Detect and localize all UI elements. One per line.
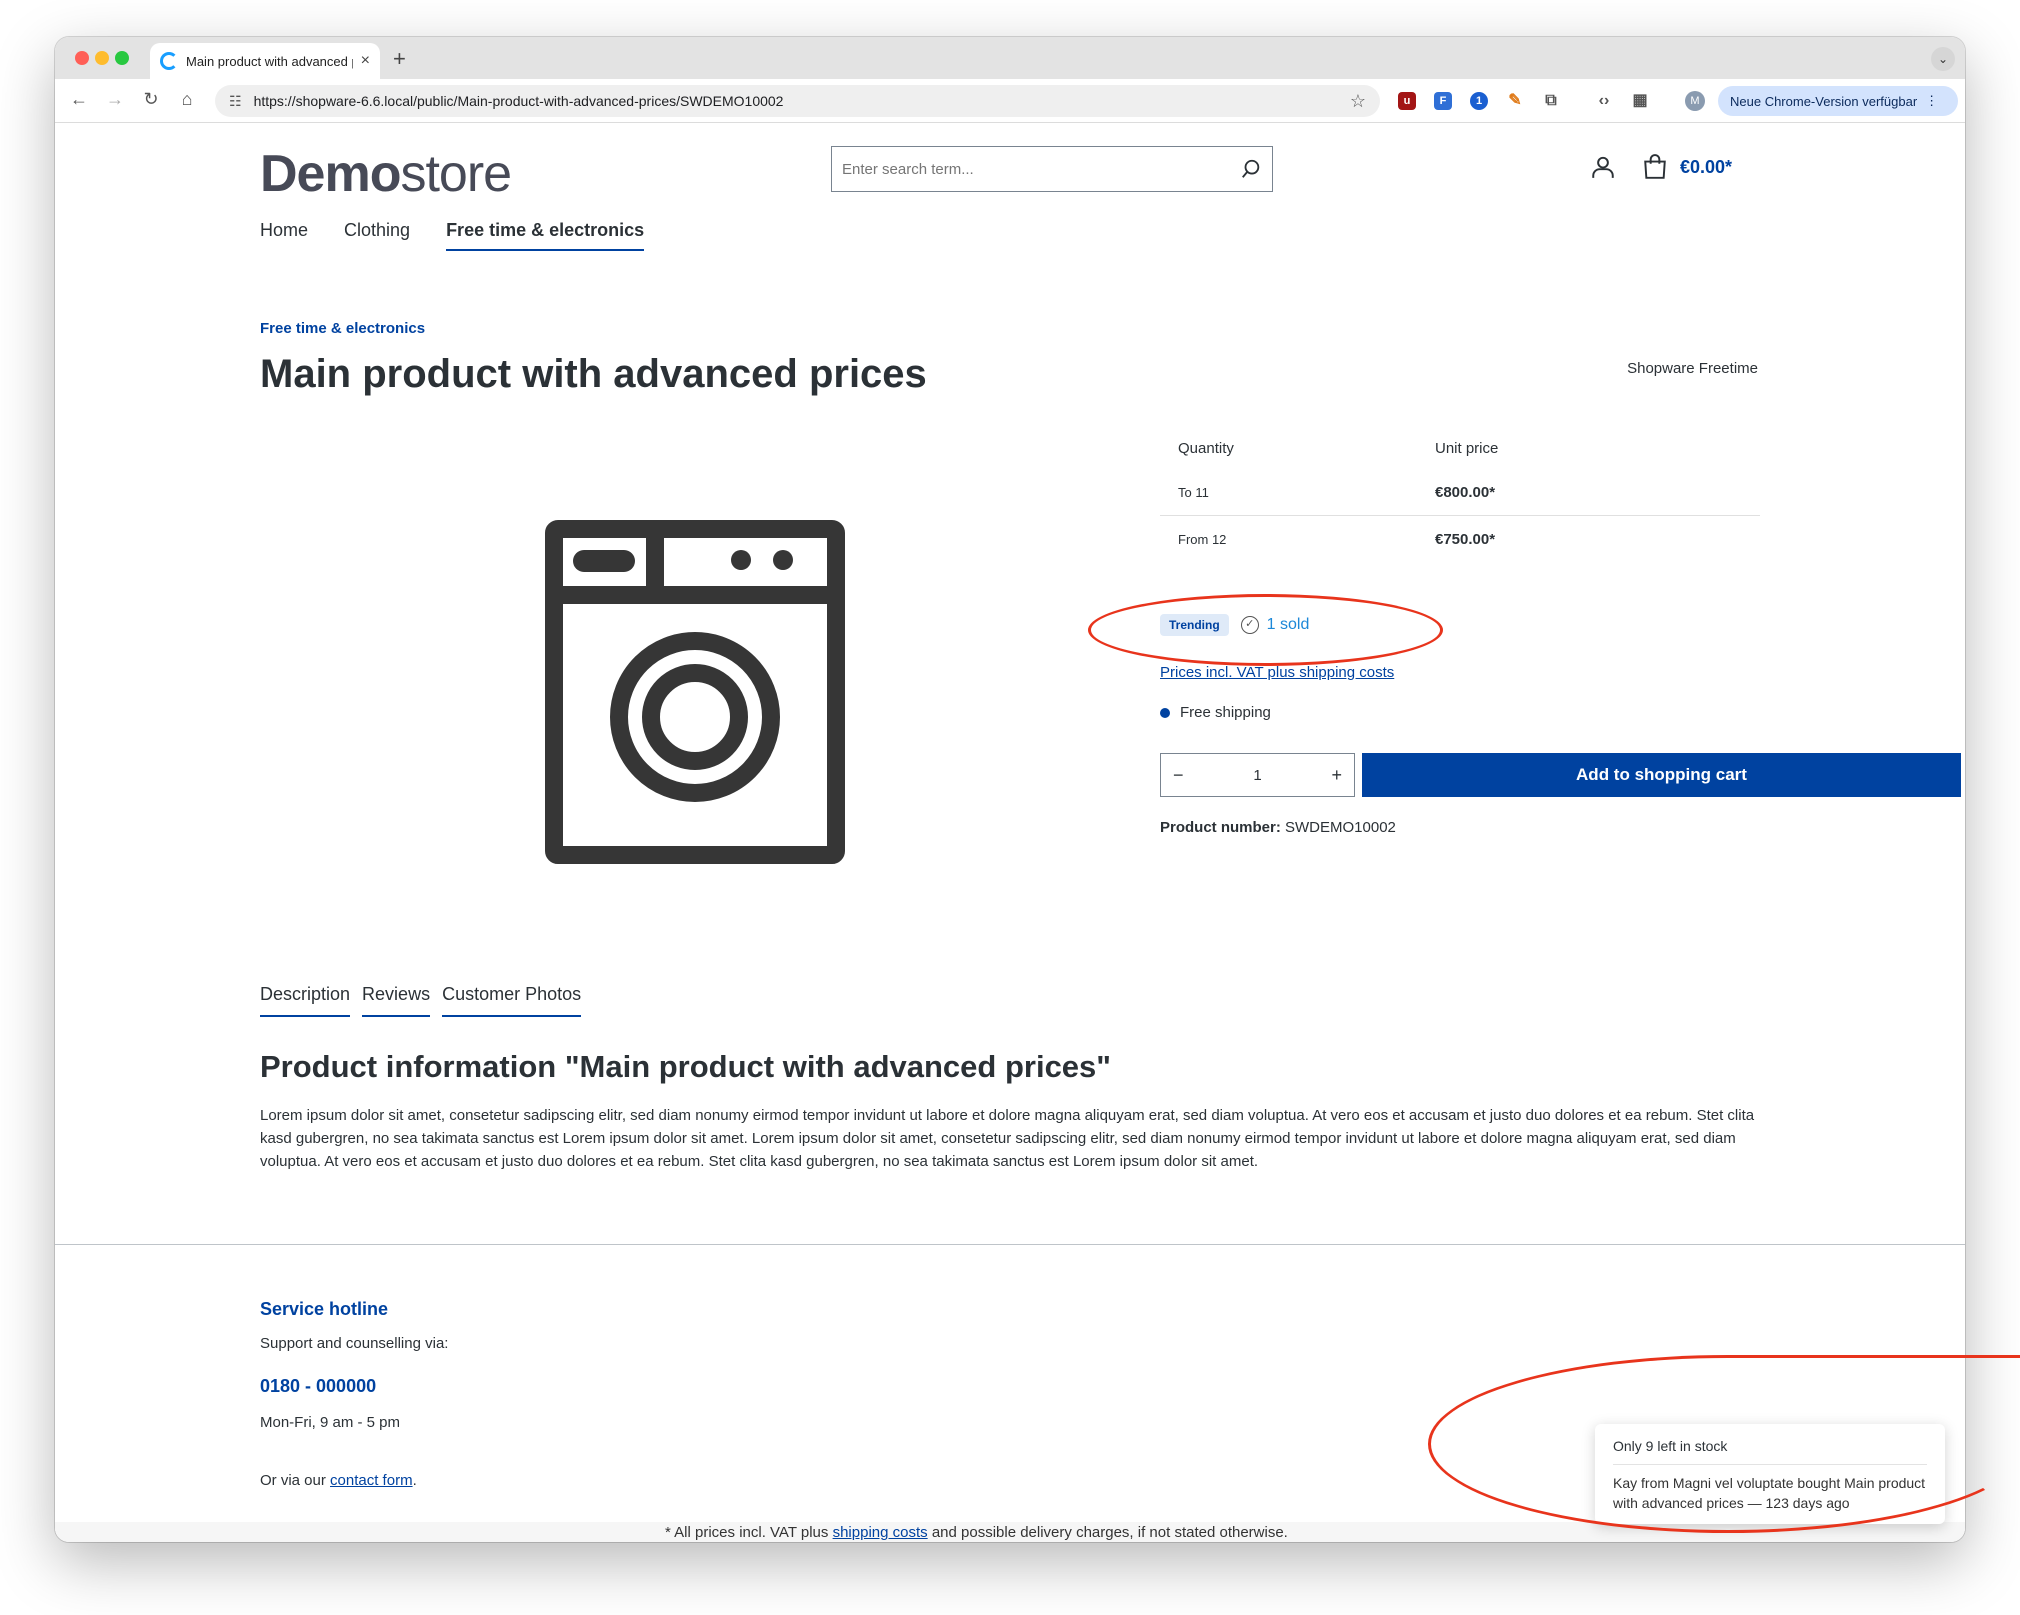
nav-item-free-time-electronics[interactable]: Free time & electronics bbox=[446, 220, 645, 251]
column-header-unit-price: Unit price bbox=[1435, 439, 1499, 457]
contact-text: Or via our contact form. bbox=[260, 1472, 417, 1489]
chrome-update-label: Neue Chrome-Version verfügbar bbox=[1730, 93, 1918, 109]
shopware-favicon-icon bbox=[160, 52, 178, 70]
table-row: From 12 €750.00* bbox=[1160, 516, 1760, 563]
footer-divider bbox=[55, 1244, 1965, 1245]
site-info-icon[interactable]: ☷ bbox=[229, 93, 242, 110]
tab-search-icon[interactable]: ⌄ bbox=[1931, 47, 1955, 71]
url-text[interactable]: https://shopware-6.6.local/public/Main-p… bbox=[254, 93, 1350, 109]
header-actions: €0.00* bbox=[1590, 154, 1732, 180]
column-header-quantity: Quantity bbox=[1178, 439, 1234, 457]
store-logo[interactable]: Demostore bbox=[260, 144, 512, 204]
cart-total: €0.00* bbox=[1680, 156, 1733, 177]
code-icon[interactable]: ‹› bbox=[1595, 92, 1613, 110]
service-hotline-number[interactable]: 0180 - 000000 bbox=[260, 1376, 376, 1397]
nav-item-home[interactable]: Home bbox=[260, 220, 308, 251]
cart-button[interactable]: €0.00* bbox=[1642, 154, 1732, 180]
address-bar[interactable]: ☷ https://shopware-6.6.local/public/Main… bbox=[215, 85, 1380, 117]
color-picker-icon[interactable]: ✎ bbox=[1506, 92, 1524, 110]
product-number-value: SWDEMO10002 bbox=[1285, 819, 1396, 836]
search-box bbox=[831, 146, 1273, 192]
main-navigation: Home Clothing Free time & electronics bbox=[260, 220, 645, 251]
contact-prefix: Or via our bbox=[260, 1472, 326, 1489]
tab-strip: Main product with advanced p × + ⌄ bbox=[55, 37, 1965, 79]
extension-f-icon[interactable]: F bbox=[1434, 92, 1452, 110]
home-icon[interactable]: ⌂ bbox=[175, 89, 199, 110]
free-shipping-label: Free shipping bbox=[1180, 704, 1271, 721]
price-cell: €750.00* bbox=[1435, 531, 1496, 548]
qr-code-icon[interactable]: ▦ bbox=[1631, 92, 1649, 110]
breadcrumb[interactable]: Free time & electronics bbox=[260, 320, 425, 337]
minimize-window-button[interactable] bbox=[95, 51, 109, 65]
close-tab-icon[interactable]: × bbox=[361, 52, 370, 70]
more-menu-icon: ⋮ bbox=[1925, 93, 1939, 108]
manufacturer-name[interactable]: Shopware Freetime bbox=[1627, 360, 1758, 377]
browser-tab[interactable]: Main product with advanced p × bbox=[150, 43, 380, 79]
description-text: Lorem ipsum dolor sit amet, consetetur s… bbox=[260, 1107, 1755, 1170]
plus-icon[interactable]: + bbox=[1331, 765, 1342, 786]
bookmark-star-icon[interactable]: ☆ bbox=[1350, 91, 1366, 112]
account-icon[interactable] bbox=[1590, 154, 1616, 180]
status-dot-icon bbox=[1160, 707, 1170, 718]
logo-light-text: store bbox=[400, 145, 512, 203]
search-icon[interactable] bbox=[1240, 158, 1262, 180]
table-row: To 11 €800.00* bbox=[1160, 469, 1760, 516]
price-cell: €800.00* bbox=[1435, 483, 1496, 501]
quantity-input[interactable]: 1 bbox=[1253, 767, 1261, 784]
washing-machine-icon bbox=[545, 520, 845, 864]
forward-icon[interactable]: → bbox=[103, 89, 127, 110]
vat-note-prefix: * All prices incl. VAT plus bbox=[665, 1524, 829, 1541]
minus-icon[interactable]: − bbox=[1173, 765, 1184, 786]
extensions-puzzle-icon[interactable]: ⧉ bbox=[1542, 92, 1560, 110]
search-input[interactable] bbox=[842, 160, 1240, 178]
new-tab-icon[interactable]: + bbox=[393, 46, 406, 72]
vat-shipping-link[interactable]: Prices incl. VAT plus shipping costs bbox=[1160, 664, 1394, 681]
tab-customer-photos[interactable]: Customer Photos bbox=[442, 984, 582, 1017]
shopping-bag-icon bbox=[1644, 154, 1666, 179]
price-table-header: Quantity Unit price bbox=[1160, 427, 1760, 469]
annotation-ellipse bbox=[1088, 594, 1443, 666]
service-hours: Mon-Fri, 9 am - 5 pm bbox=[260, 1414, 401, 1431]
tab-description[interactable]: Description bbox=[260, 984, 351, 1017]
nav-item-clothing[interactable]: Clothing bbox=[344, 220, 410, 251]
profile-avatar[interactable]: M bbox=[1685, 91, 1705, 111]
free-shipping-info: Free shipping bbox=[1160, 704, 1271, 721]
close-window-button[interactable] bbox=[75, 51, 89, 65]
advanced-price-table: Quantity Unit price To 11 €800.00* From … bbox=[1160, 427, 1760, 563]
detail-tabs: Description Reviews Customer Photos bbox=[260, 984, 582, 1017]
shipping-costs-link[interactable]: shipping costs bbox=[833, 1524, 928, 1541]
quantity-cell: From 12 bbox=[1178, 532, 1227, 547]
product-number-label: Product number: bbox=[1160, 819, 1281, 836]
add-to-cart-button[interactable]: Add to shopping cart bbox=[1362, 753, 1961, 797]
contact-suffix: . bbox=[412, 1472, 417, 1489]
service-hotline-title: Service hotline bbox=[260, 1299, 389, 1319]
chrome-update-button[interactable]: Neue Chrome-Version verfügbar ⋮ bbox=[1718, 86, 1958, 116]
browser-window: Main product with advanced p × + ⌄ ← → ↻… bbox=[55, 37, 1965, 1542]
maximize-window-button[interactable] bbox=[115, 51, 129, 65]
password-manager-icon[interactable]: 1 bbox=[1470, 92, 1488, 110]
contact-form-link[interactable]: contact form bbox=[330, 1472, 413, 1489]
quantity-stepper: − 1 + bbox=[1160, 753, 1355, 797]
product-number: Product number: SWDEMO10002 bbox=[1160, 819, 1396, 836]
browser-toolbar: ← → ↻ ⌂ ☷ https://shopware-6.6.local/pub… bbox=[55, 79, 1965, 123]
ublock-extension-icon[interactable]: u bbox=[1398, 92, 1416, 110]
vat-note-suffix: and possible delivery charges, if not st… bbox=[931, 1524, 1288, 1541]
vat-note: * All prices incl. VAT plus shipping cos… bbox=[665, 1524, 1288, 1541]
page-title: Main product with advanced prices bbox=[260, 352, 927, 396]
description-title: Product information "Main product with a… bbox=[260, 1049, 1111, 1084]
tab-title: Main product with advanced p bbox=[186, 53, 353, 69]
annotation-ellipse bbox=[1428, 1355, 2020, 1533]
back-icon[interactable]: ← bbox=[67, 89, 91, 110]
tab-reviews[interactable]: Reviews bbox=[362, 984, 431, 1017]
logo-bold-text: Demo bbox=[260, 145, 401, 203]
reload-icon[interactable]: ↻ bbox=[139, 89, 163, 110]
quantity-cell: To 11 bbox=[1178, 484, 1209, 500]
shop-page: Demostore €0.00* Home Cloth bbox=[55, 124, 1965, 1542]
service-hotline-subtitle: Support and counselling via: bbox=[260, 1335, 449, 1352]
